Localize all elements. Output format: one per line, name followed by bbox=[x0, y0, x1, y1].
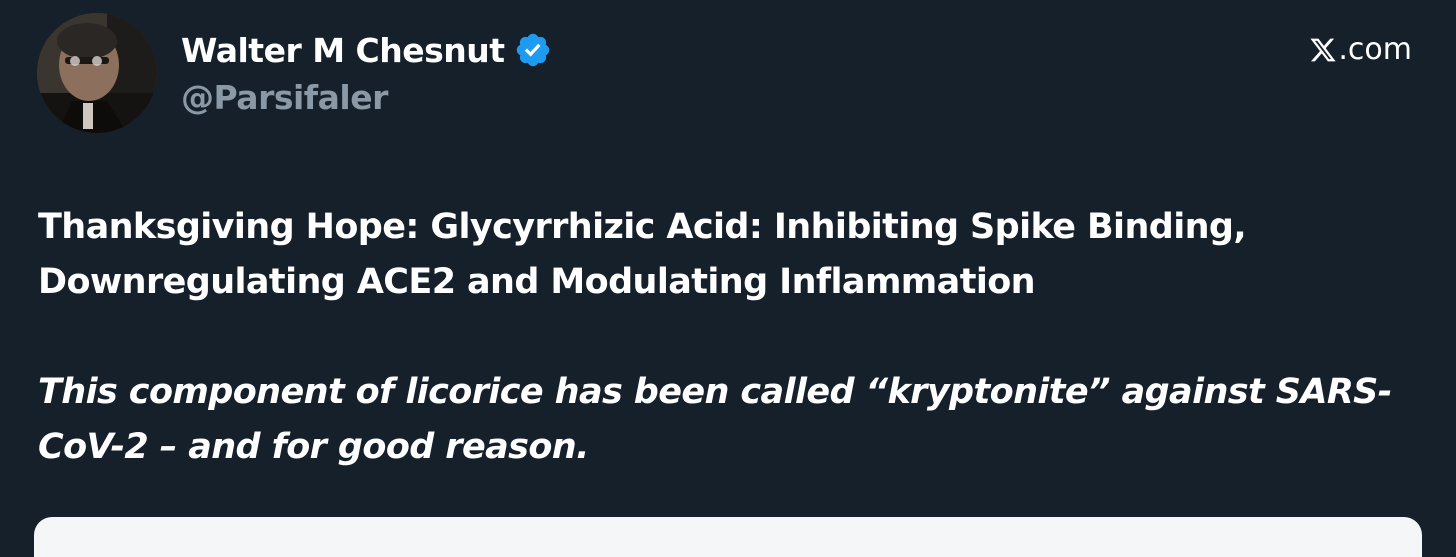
x-logo-icon bbox=[1309, 36, 1337, 64]
brand-label: .com bbox=[1338, 32, 1412, 67]
post-headline: Thanksgiving Hope: Glycyrrhizic Acid: In… bbox=[38, 207, 1247, 302]
post-subtitle: This component of licorice has been call… bbox=[38, 372, 1392, 467]
verified-badge-icon bbox=[514, 31, 552, 69]
tweet-card: Walter M Chesnut @Parsifaler .com Thanks… bbox=[0, 0, 1456, 557]
link-preview-card[interactable] bbox=[34, 517, 1422, 557]
avatar[interactable] bbox=[37, 13, 157, 133]
profile-photo-image bbox=[37, 13, 157, 133]
handle[interactable]: @Parsifaler bbox=[181, 78, 552, 117]
brand-link[interactable]: .com bbox=[1309, 32, 1412, 67]
name-row: Walter M Chesnut bbox=[181, 24, 552, 76]
display-name[interactable]: Walter M Chesnut bbox=[181, 31, 505, 70]
author-block: Walter M Chesnut @Parsifaler bbox=[181, 24, 552, 117]
